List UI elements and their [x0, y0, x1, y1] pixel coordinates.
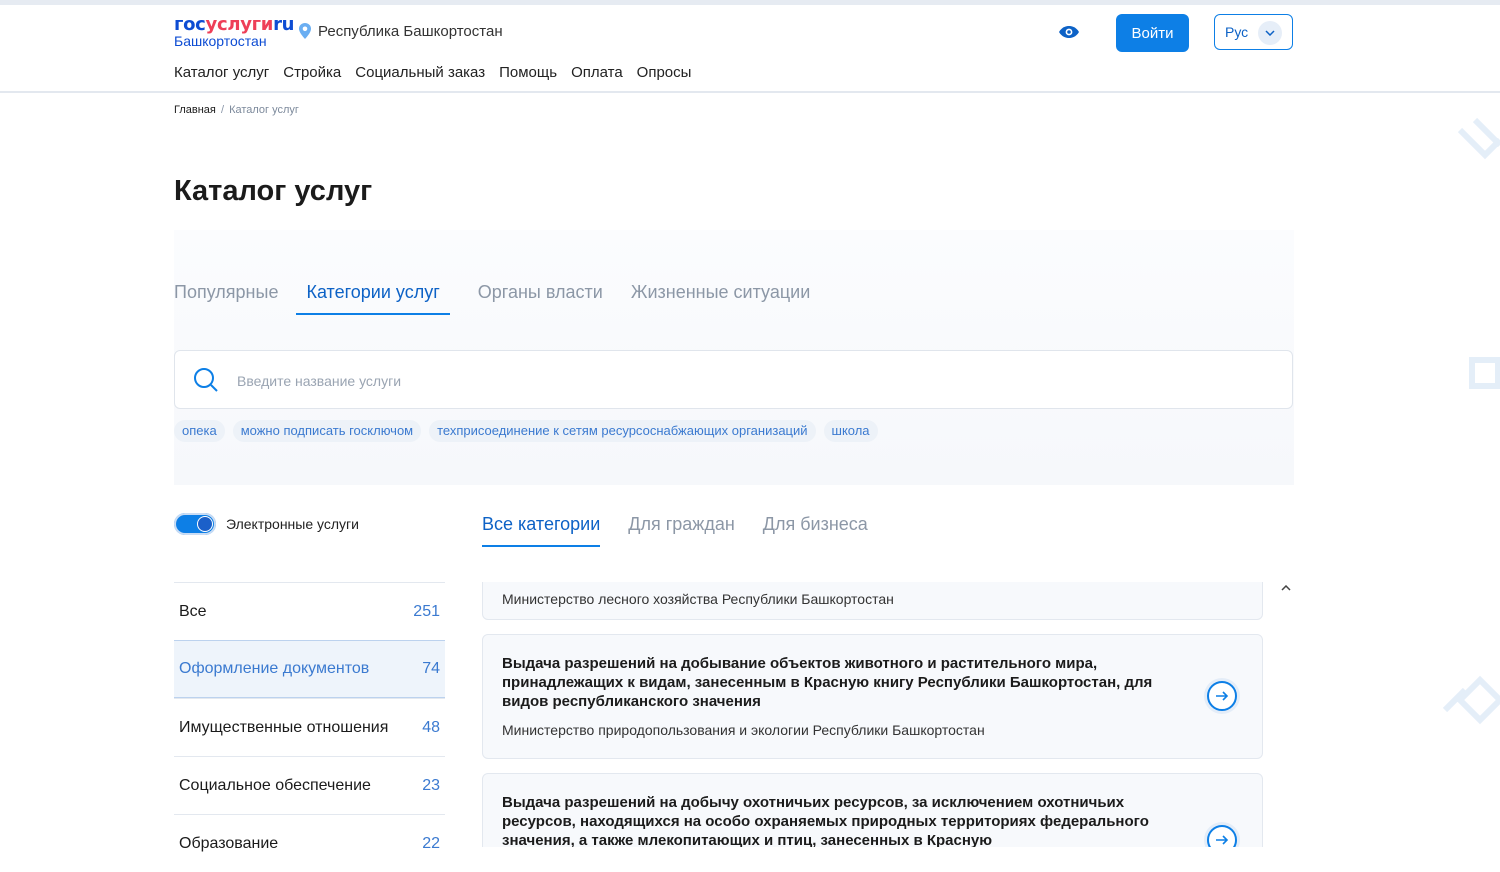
page-title: Каталог услуг — [174, 175, 373, 207]
nav-catalog[interactable]: Каталог услуг — [174, 64, 269, 81]
category-item-social[interactable]: Социальное обеспечение 23 — [174, 756, 445, 814]
category-name: Образование — [179, 834, 279, 852]
background-pattern — [1442, 117, 1500, 725]
eye-icon — [1059, 26, 1079, 38]
electronic-services-filter: Электронные услуги — [174, 513, 359, 535]
search-box — [174, 350, 1293, 409]
category-tabs: Все категории Для граждан Для бизнеса — [482, 514, 896, 547]
category-count: 74 — [422, 660, 440, 677]
service-org: Министерство лесного хозяйства Республик… — [502, 591, 894, 607]
service-org: Министерство природопользования и эколог… — [502, 722, 985, 738]
chevron-down-icon — [1258, 21, 1282, 45]
logo-subtitle: Башкортостан — [174, 33, 267, 49]
category-item-documents[interactable]: Оформление документов 74 — [174, 640, 445, 698]
nav-construction[interactable]: Стройка — [283, 64, 341, 81]
service-card[interactable]: Выдача разрешений на добывание объектов … — [482, 634, 1263, 759]
category-count: 22 — [422, 834, 440, 852]
category-item-education[interactable]: Образование 22 — [174, 814, 445, 872]
login-button[interactable]: Войти — [1116, 14, 1189, 52]
category-count: 48 — [422, 718, 440, 736]
main-nav: Каталог услуг Стройка Социальный заказ П… — [174, 64, 691, 81]
category-count: 251 — [413, 602, 440, 620]
tab-for-business[interactable]: Для бизнеса — [763, 514, 868, 547]
logo-text-part2: услуги — [205, 14, 274, 35]
category-name: Оформление документов — [179, 660, 370, 677]
gosuslugi-logo[interactable]: госуслугиru Башкортостан — [174, 14, 294, 51]
search-suggestions: опека можно подписать госключом техприсо… — [174, 420, 878, 442]
search-input[interactable] — [235, 363, 1239, 399]
category-list: Все 251 Оформление документов 74 Имущест… — [174, 582, 445, 872]
language-label: Рус — [1225, 24, 1249, 40]
breadcrumb-home[interactable]: Главная — [174, 104, 216, 116]
category-name: Все — [179, 602, 207, 620]
tab-for-citizens[interactable]: Для граждан — [628, 514, 735, 547]
tab-life-situations[interactable]: Жизненные ситуации — [631, 282, 810, 315]
tab-all-categories[interactable]: Все категории — [482, 514, 601, 547]
electronic-services-label: Электронные услуги — [226, 516, 359, 532]
site-header: госуслугиru Башкортостан Республика Башк… — [0, 5, 1500, 93]
suggestion-chip[interactable]: школа — [823, 420, 878, 442]
language-selector[interactable]: Рус — [1214, 14, 1293, 50]
electronic-services-toggle[interactable] — [174, 513, 216, 535]
service-card[interactable]: Выдача разрешений на добычу охотничьих р… — [482, 773, 1263, 847]
service-card[interactable]: Министерство лесного хозяйства Республик… — [482, 582, 1263, 620]
service-title: Выдача разрешений на добывание объектов … — [502, 655, 1153, 710]
category-count: 23 — [422, 776, 440, 794]
logo-text-part3: ru — [273, 14, 295, 35]
toggle-knob — [197, 516, 213, 532]
nav-payment[interactable]: Оплата — [571, 64, 623, 81]
nav-help[interactable]: Помощь — [499, 64, 557, 81]
category-item-all[interactable]: Все 251 — [174, 582, 445, 640]
accessibility-eye-button[interactable] — [1058, 25, 1080, 44]
arrow-right-icon[interactable] — [1204, 678, 1240, 714]
breadcrumb: Главная / Каталог услуг — [174, 104, 299, 116]
suggestion-chip[interactable]: опека — [174, 420, 225, 442]
location-pin-icon — [299, 23, 311, 39]
tab-popular[interactable]: Популярные — [174, 282, 278, 315]
breadcrumb-current: Каталог услуг — [229, 104, 299, 116]
suggestion-chip[interactable]: можно подписать госключом — [232, 420, 422, 442]
category-item-property[interactable]: Имущественные отношения 48 — [174, 698, 445, 756]
search-icon[interactable] — [193, 367, 219, 393]
nav-social-order[interactable]: Социальный заказ — [355, 64, 485, 81]
catalog-tabs: Популярные Категории услуг Органы власти… — [174, 282, 838, 315]
region-selector[interactable]: Республика Башкортостан — [298, 22, 503, 40]
nav-surveys[interactable]: Опросы — [637, 64, 692, 81]
arrow-right-icon[interactable] — [1204, 822, 1240, 847]
suggestion-chip[interactable]: техприсоединение к сетям ресурсоснабжающ… — [429, 420, 816, 442]
service-title: Выдача разрешений на добычу охотничьих р… — [502, 794, 1149, 847]
region-label: Республика Башкортостан — [318, 22, 503, 40]
service-list: Министерство лесного хозяйства Республик… — [482, 582, 1264, 847]
breadcrumb-separator: / — [220, 104, 224, 116]
category-name: Имущественные отношения — [179, 718, 389, 736]
chevron-up-icon[interactable] — [1281, 580, 1291, 594]
tab-categories[interactable]: Категории услуг — [296, 282, 450, 315]
category-name: Социальное обеспечение — [179, 776, 371, 794]
tab-authorities[interactable]: Органы власти — [478, 282, 603, 315]
logo-text-part1: гос — [174, 14, 206, 35]
